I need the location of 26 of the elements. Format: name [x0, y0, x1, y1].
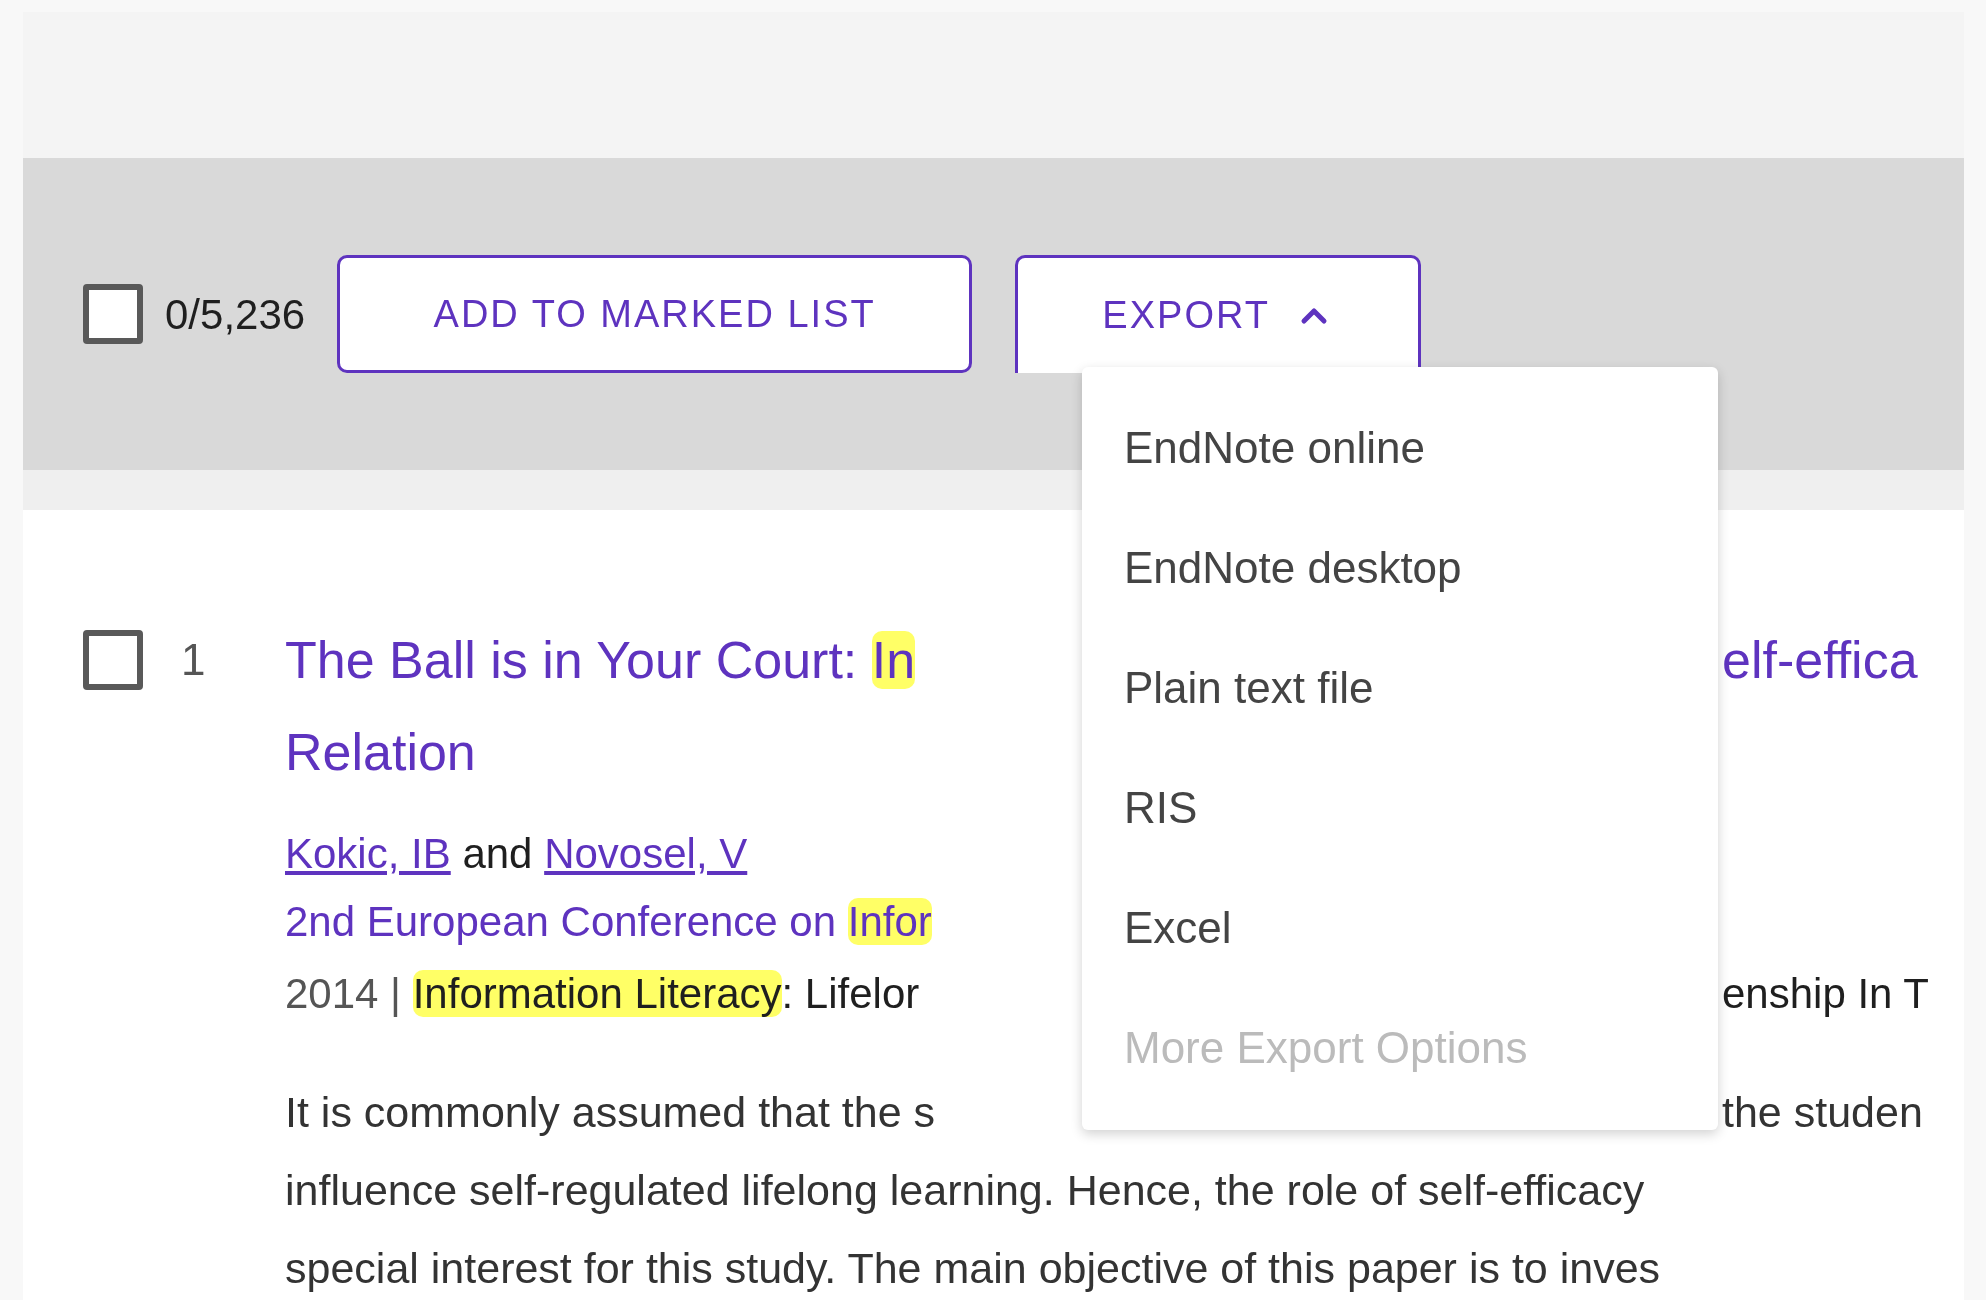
- author-link[interactable]: Kokic, IB: [285, 830, 451, 877]
- title-text: Relation: [285, 723, 476, 781]
- highlighted-term: Infor: [847, 898, 932, 945]
- highlighted-term: Information Literacy: [412, 970, 782, 1017]
- checkbox[interactable]: [83, 284, 143, 344]
- export-button[interactable]: EXPORT: [1015, 255, 1422, 373]
- authors-text: and: [461, 830, 534, 877]
- menu-item[interactable]: EndNote online: [1082, 388, 1718, 508]
- source-text: 2014 |: [285, 970, 402, 1017]
- abstract-text: special interest for this study. The main objective of this paper is to inves: [285, 1244, 1661, 1292]
- source-text: enship In T: [1722, 970, 1930, 1017]
- abstract-text: influence self-regulated lifelong learning. Hence, the role of self-efficacy: [285, 1166, 1645, 1214]
- abstract-text: the studen: [1722, 1088, 1923, 1136]
- menu-item[interactable]: EndNote desktop: [1082, 508, 1718, 628]
- title-text: elf-effica: [1722, 631, 1918, 689]
- author-link[interactable]: Novosel, V: [544, 830, 748, 877]
- menu-item[interactable]: Excel: [1082, 868, 1718, 988]
- add-to-list-button[interactable]: ADD TO MARKED LIST: [337, 255, 973, 373]
- abstract-text: It is commonly assumed that the s: [285, 1088, 936, 1136]
- selection-count: 0/5,236: [165, 289, 306, 340]
- menu-item[interactable]: Plain text file: [1082, 628, 1718, 748]
- result-number: 1: [181, 634, 207, 686]
- highlighted-term: In: [871, 631, 916, 689]
- menu-item[interactable]: RIS: [1082, 748, 1718, 868]
- checkbox[interactable]: [83, 630, 143, 690]
- title-text: The Ball is in Your Court:: [285, 631, 859, 689]
